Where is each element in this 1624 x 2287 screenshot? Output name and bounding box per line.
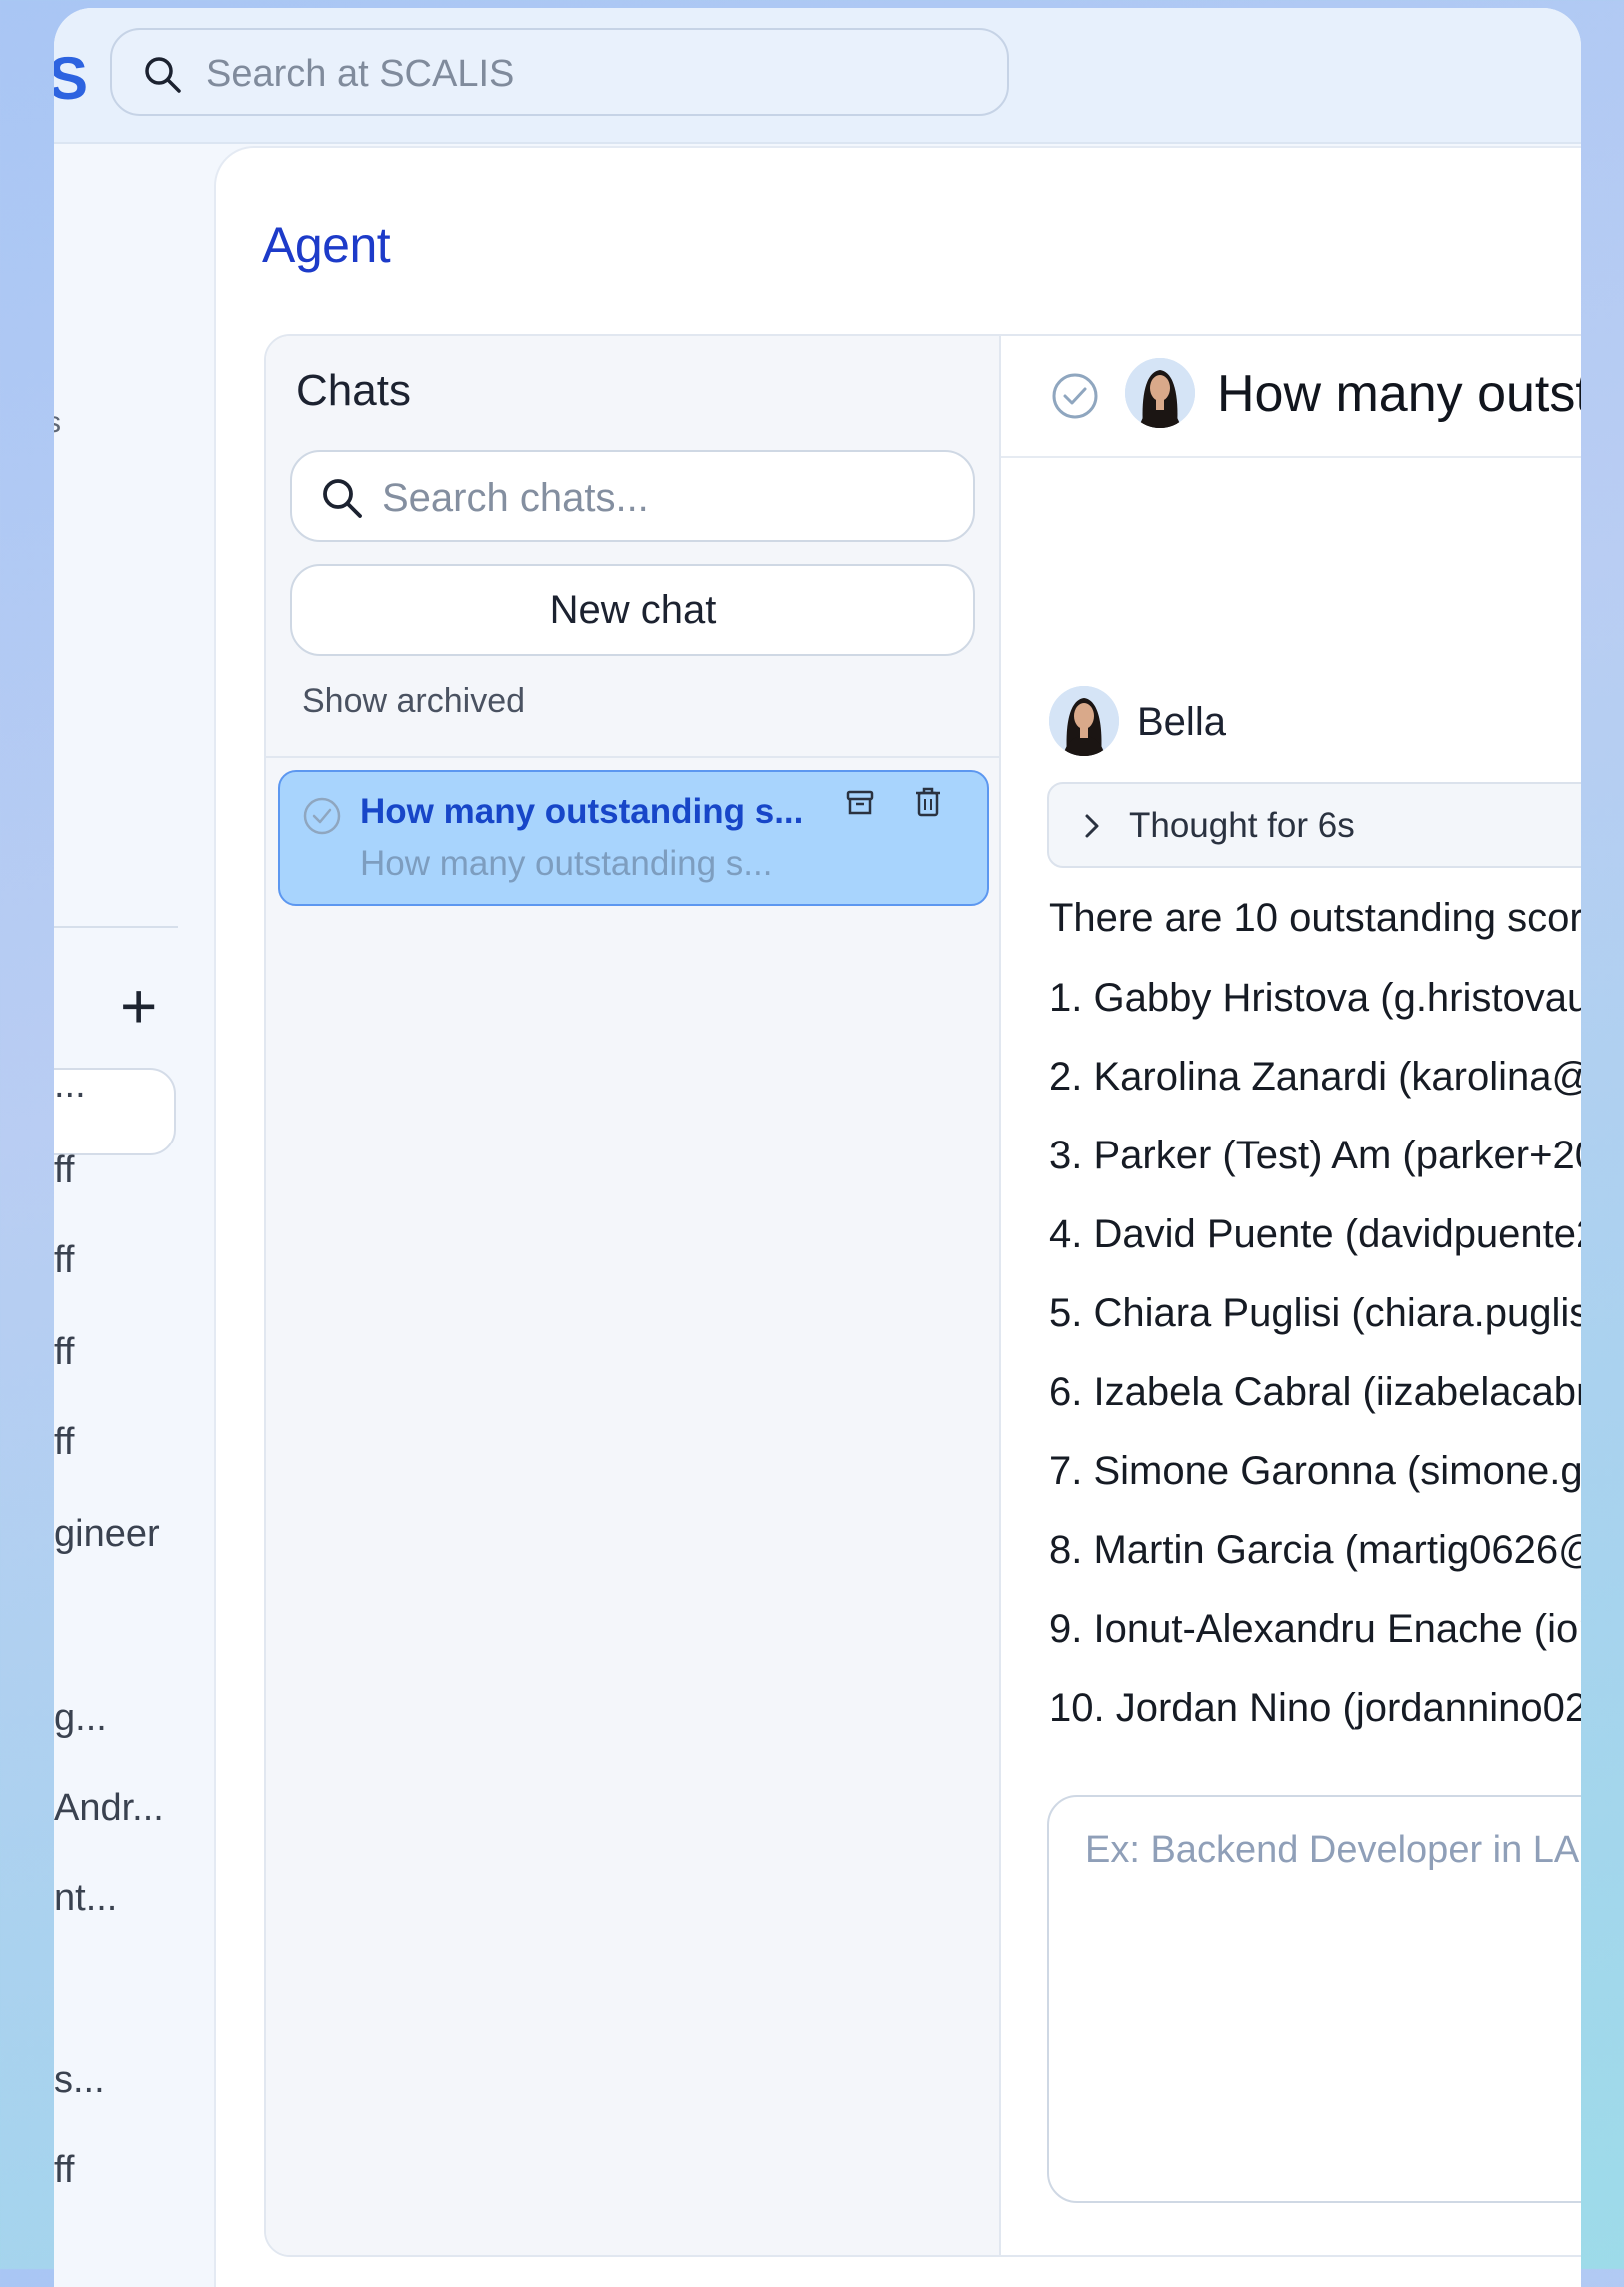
search-icon bbox=[323, 479, 362, 518]
chat-search-box[interactable] bbox=[290, 450, 975, 542]
avatar bbox=[1049, 686, 1119, 756]
chats-panel: Chats New chat Show archived bbox=[266, 336, 1001, 2255]
avatar bbox=[1125, 358, 1195, 428]
sidebar-divider bbox=[54, 926, 178, 928]
sidebar-item[interactable]: gineer bbox=[54, 1513, 160, 1556]
answer-intro: There are 10 outstanding score bbox=[1049, 896, 1581, 940]
chat-search-input[interactable] bbox=[380, 472, 943, 524]
message-composer[interactable] bbox=[1047, 1795, 1581, 2203]
answer-list-item: 8. Martin Garcia (martig0626@ bbox=[1049, 1528, 1581, 1572]
agent-card: Chats New chat Show archived bbox=[264, 334, 1581, 2257]
check-circle-icon bbox=[303, 797, 341, 835]
show-archived-link[interactable]: Show archived bbox=[302, 682, 525, 721]
global-search-box[interactable] bbox=[110, 28, 1009, 116]
sidebar-item[interactable]: s... bbox=[54, 2059, 105, 2102]
main-panel: Agent Chats New chat Show archived bbox=[214, 146, 1581, 2287]
conversation-title: How many outst bbox=[1217, 365, 1581, 423]
sidebar-item[interactable]: g... bbox=[54, 1697, 107, 1740]
app-window: S s + ... ff ff ff ff gineer g... Andr..… bbox=[54, 8, 1581, 2287]
sidebar-item[interactable]: Andr... bbox=[54, 1787, 164, 1830]
message-input[interactable] bbox=[1083, 1827, 1581, 2131]
sidebar-item[interactable]: ff bbox=[54, 1331, 74, 1374]
thought-toggle[interactable]: Thought for 6s bbox=[1047, 782, 1581, 868]
conversation-panel: How many outst Bella Thought for 6s Ther… bbox=[1001, 336, 1581, 2255]
chats-title: Chats bbox=[296, 366, 411, 415]
page-title: Agent bbox=[262, 217, 391, 273]
answer-list-item: 6. Izabela Cabral (iizabelacabra bbox=[1049, 1370, 1581, 1414]
chevron-right-icon bbox=[1085, 814, 1099, 838]
divider bbox=[266, 756, 999, 758]
answer-list-item: 3. Parker (Test) Am (parker+20 bbox=[1049, 1134, 1581, 1177]
thought-label: Thought for 6s bbox=[1129, 806, 1355, 845]
answer-list-item: 2. Karolina Zanardi (karolina@s bbox=[1049, 1055, 1581, 1099]
chat-list-item[interactable]: How many outstanding s... How many outst… bbox=[278, 770, 989, 906]
add-icon[interactable]: + bbox=[120, 974, 157, 1038]
top-bar: S bbox=[54, 8, 1581, 144]
sidebar-item[interactable]: ff bbox=[54, 1421, 74, 1464]
sidebar-item[interactable]: ... bbox=[54, 1064, 86, 1107]
sidebar-fragment: s bbox=[54, 406, 61, 440]
trash-icon[interactable] bbox=[913, 786, 943, 818]
global-search-input[interactable] bbox=[204, 48, 967, 100]
sidebar-item[interactable]: ff bbox=[54, 2149, 74, 2192]
sender-name: Bella bbox=[1137, 700, 1226, 744]
sidebar-item[interactable]: ff bbox=[54, 1149, 74, 1192]
answer-list-item: 1. Gabby Hristova (g.hristovauc bbox=[1049, 976, 1581, 1020]
search-icon bbox=[145, 57, 181, 93]
answer-list-item: 4. David Puente (davidpuente2 bbox=[1049, 1212, 1581, 1256]
sidebar-item[interactable]: nt... bbox=[54, 1877, 117, 1920]
answer-list-item: 10. Jordan Nino (jordannino021 bbox=[1049, 1686, 1581, 1730]
archive-icon[interactable] bbox=[845, 788, 875, 818]
check-circle-icon[interactable] bbox=[1051, 372, 1099, 420]
chat-item-title: How many outstanding s... bbox=[360, 792, 804, 831]
logo[interactable]: S bbox=[54, 44, 88, 113]
new-chat-button[interactable]: New chat bbox=[290, 564, 975, 656]
chat-item-preview: How many outstanding s... bbox=[360, 844, 773, 883]
sidebar: s + ... ff ff ff ff gineer g... Andr... … bbox=[54, 144, 214, 2287]
answer-list-item: 9. Ionut-Alexandru Enache (ionu bbox=[1049, 1607, 1581, 1651]
answer-list-item: 7. Simone Garonna (simone.gar bbox=[1049, 1449, 1581, 1493]
sidebar-item[interactable]: ff bbox=[54, 1239, 74, 1282]
conversation-header: How many outst bbox=[1001, 336, 1581, 458]
answer-list-item: 5. Chiara Puglisi (chiara.puglisi bbox=[1049, 1291, 1581, 1335]
